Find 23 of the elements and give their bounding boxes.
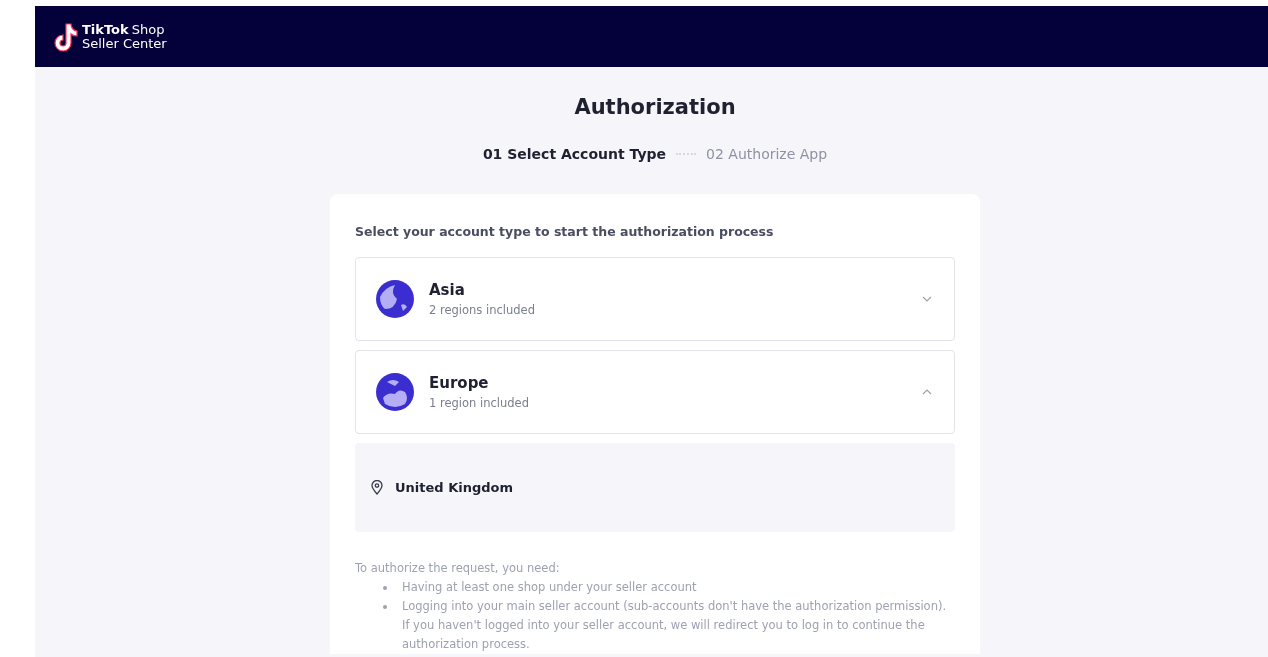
country-option[interactable]: United Kingdom: [355, 443, 955, 532]
globe-icon: [375, 279, 415, 319]
region-count: 1 region included: [429, 396, 530, 410]
step-label: 01 Select Account Type: [482, 146, 667, 162]
region-name: Europe: [429, 374, 490, 392]
requirement-text: Having at least one shop under your seller account: [402, 579, 697, 596]
bullet-icon: [383, 586, 387, 590]
page-title: Authorization: [574, 95, 736, 119]
region-accordion[interactable]: Asia 2 regions included: [355, 257, 955, 341]
card-heading: Select your account type to start the authorization process: [355, 224, 775, 239]
logo-icon: [52, 21, 78, 52]
step-label: 02 Authorize App: [706, 146, 828, 162]
region-name: Asia: [429, 281, 466, 299]
logo-text: TikTok Shop Seller Center: [82, 22, 167, 51]
bullet-icon: [383, 605, 387, 609]
region-count: 2 regions included: [429, 303, 536, 317]
globe-icon: [375, 372, 415, 412]
chevron-down-icon: [922, 296, 932, 302]
requirement-text: Logging into your main seller account (sub-accounts don't have the authorization permission). If you haven't logged into your seller account, we will redirect you to log in to continue the authorization process.: [402, 598, 948, 653]
chevron-up-icon: [922, 389, 932, 395]
location-pin-icon: [371, 480, 383, 495]
requirements-intro: To authorize the request, you need:: [355, 560, 561, 577]
region-accordion[interactable]: Europe 1 region included: [355, 350, 955, 434]
